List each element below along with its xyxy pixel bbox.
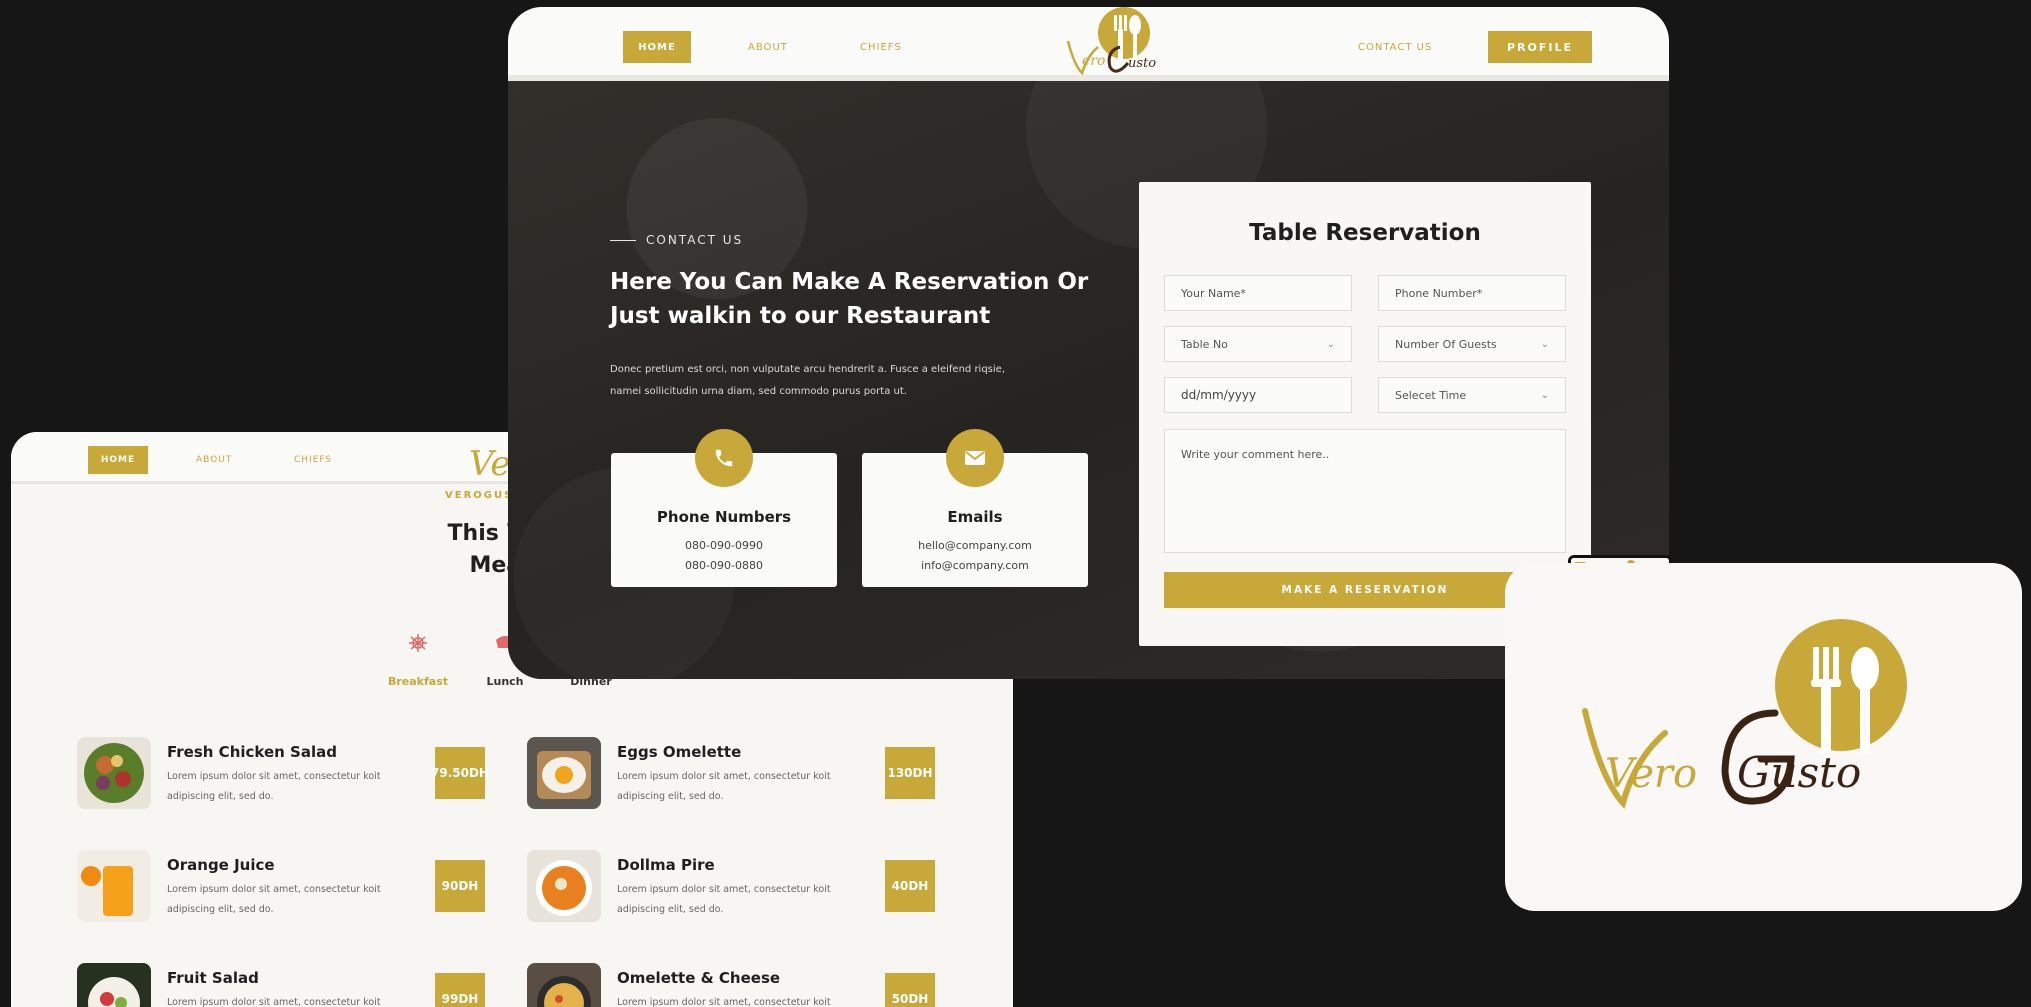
subtext-line-2: namei sollicitudin urna diam, sed commod… xyxy=(610,386,907,397)
profile-button[interactable]: PROFILE xyxy=(1488,31,1592,63)
hero-headline: Here You Can Make A Reservation Or Just … xyxy=(610,265,1110,333)
email-address[interactable]: hello@company.com xyxy=(862,539,1088,552)
comment-textarea[interactable]: Write your comment here.. xyxy=(1164,429,1566,553)
chevron-down-icon: ⌄ xyxy=(1540,338,1549,350)
dish-price-badge: 79.50DH xyxy=(431,747,489,799)
phone-field[interactable]: Phone Number* xyxy=(1378,275,1566,311)
hero-subtext: Donec pretium est orci, non vulputate ar… xyxy=(610,359,1080,403)
verogusto-logo[interactable]: ero usto xyxy=(1060,7,1170,79)
emails-box-title: Emails xyxy=(947,508,1003,526)
nav-chiefs-link[interactable]: CHIEFS xyxy=(294,455,332,465)
dish-item[interactable]: Fresh Chicken Salad Lorem ipsum dolor si… xyxy=(77,737,507,817)
time-select[interactable]: Selecet Time ⌄ xyxy=(1378,377,1566,413)
tab-breakfast[interactable]: Breakfast xyxy=(373,632,463,689)
phone-numbers-box: Phone Numbers 080-090-0990 080-090-0880 xyxy=(611,429,837,587)
dish-name: Fresh Chicken Salad xyxy=(167,743,337,761)
dish-description: Lorem ipsum dolor sit amet, consectetur … xyxy=(617,884,831,915)
phone-icon xyxy=(695,429,753,487)
brand-script-left: Vero xyxy=(1605,751,1697,797)
email-icon xyxy=(946,429,1004,487)
name-field-placeholder: Your Name* xyxy=(1181,286,1246,300)
dish-item[interactable]: Eggs Omelette Lorem ipsum dolor sit amet… xyxy=(527,737,957,817)
dish-item[interactable]: Fruit Salad Lorem ipsum dolor sit amet, … xyxy=(77,963,507,1007)
verogusto-brand-logo: Vero Gusto xyxy=(1582,619,1907,810)
breakfast-icon xyxy=(409,634,427,652)
phone-field-placeholder: Phone Number* xyxy=(1395,286,1483,300)
subtext-line-1: Donec pretium est orci, non vulputate ar… xyxy=(610,364,1006,375)
comment-placeholder: Write your comment here.. xyxy=(1181,448,1330,461)
section-eyebrow: CONTACT US xyxy=(610,233,743,247)
dish-item[interactable]: Dollma Pire Lorem ipsum dolor sit amet, … xyxy=(527,850,957,930)
phone-box-title: Phone Numbers xyxy=(656,508,792,526)
eyebrow-label: CONTACT US xyxy=(646,233,744,247)
menu-logo-text: VEROGUS xyxy=(445,490,514,501)
dish-name: Fruit Salad xyxy=(167,969,259,987)
dish-image xyxy=(77,737,151,809)
dish-name: Dollma Pire xyxy=(617,856,715,874)
tab-breakfast-label: Breakfast xyxy=(387,675,449,688)
date-field-placeholder: dd/mm/yyyy xyxy=(1181,388,1257,402)
phone-number[interactable]: 080-090-0880 xyxy=(611,559,837,572)
dish-price-badge: 90DH xyxy=(435,860,485,912)
headline-line-2: Just walkin to our Restaurant xyxy=(610,303,991,329)
dish-image xyxy=(527,850,601,922)
name-field[interactable]: Your Name* xyxy=(1164,275,1352,311)
emails-box: Emails hello@company.com info@company.co… xyxy=(862,429,1088,587)
brand-script-right: Gusto xyxy=(1737,748,1861,797)
reservation-preview-card: HOME ABOUT CHIEFS ero usto CONTACT US PR… xyxy=(508,7,1669,679)
reservation-nav-bar: HOME ABOUT CHIEFS ero usto CONTACT US PR… xyxy=(508,7,1669,81)
table-select[interactable]: Table No ⌄ xyxy=(1164,326,1352,362)
table-select-value: Table No xyxy=(1181,337,1228,351)
dish-price-badge: 40DH xyxy=(885,860,935,912)
dish-image xyxy=(527,963,601,1007)
guests-select[interactable]: Number Of Guests ⌄ xyxy=(1378,326,1566,362)
dish-image xyxy=(77,963,151,1007)
svg-text:usto: usto xyxy=(1128,56,1156,71)
dish-image xyxy=(77,850,151,922)
dish-description: Lorem ipsum dolor sit amet, consectetur … xyxy=(617,997,831,1007)
dish-item[interactable]: Orange Juice Lorem ipsum dolor sit amet,… xyxy=(77,850,507,930)
nav-home-button[interactable]: HOME xyxy=(88,446,148,474)
time-select-value: Selecet Time xyxy=(1395,388,1467,402)
date-field[interactable]: dd/mm/yyyy xyxy=(1164,377,1352,413)
logo-preview-card: Vero Gusto xyxy=(1505,563,2022,911)
nav-contact-link[interactable]: CONTACT US xyxy=(1358,42,1432,53)
dish-item[interactable]: Omelette & Cheese Lorem ipsum dolor sit … xyxy=(527,963,957,1007)
eyebrow-dash xyxy=(610,239,636,241)
nav-chiefs-link[interactable]: CHIEFS xyxy=(860,42,902,53)
dish-name: Orange Juice xyxy=(167,856,275,874)
dish-image xyxy=(527,737,601,809)
email-address[interactable]: info@company.com xyxy=(862,559,1088,572)
dish-price-badge: 130DH xyxy=(885,747,935,799)
nav-about-link[interactable]: ABOUT xyxy=(196,455,232,465)
dish-description: Lorem ipsum dolor sit amet, consectetur … xyxy=(167,997,381,1007)
dish-name: Eggs Omelette xyxy=(617,743,742,761)
dish-name: Omelette & Cheese xyxy=(617,969,781,987)
dish-description: Lorem ipsum dolor sit amet, consectetur … xyxy=(167,771,381,802)
form-title: Table Reservation xyxy=(1249,220,1481,246)
guests-select-value: Number Of Guests xyxy=(1395,337,1497,351)
chevron-down-icon: ⌄ xyxy=(1540,389,1549,401)
chevron-down-icon: ⌄ xyxy=(1326,338,1335,350)
phone-number[interactable]: 080-090-0990 xyxy=(611,539,837,552)
dish-price-badge: 50DH xyxy=(885,973,935,1007)
dish-description: Lorem ipsum dolor sit amet, consectetur … xyxy=(617,771,831,802)
nav-about-link[interactable]: ABOUT xyxy=(748,42,788,53)
dish-price-badge: 99DH xyxy=(435,973,485,1007)
nav-home-button[interactable]: HOME xyxy=(623,31,691,63)
headline-line-1: Here You Can Make A Reservation Or xyxy=(610,269,1089,295)
svg-text:ero: ero xyxy=(1082,53,1105,69)
dish-description: Lorem ipsum dolor sit amet, consectetur … xyxy=(167,884,381,915)
